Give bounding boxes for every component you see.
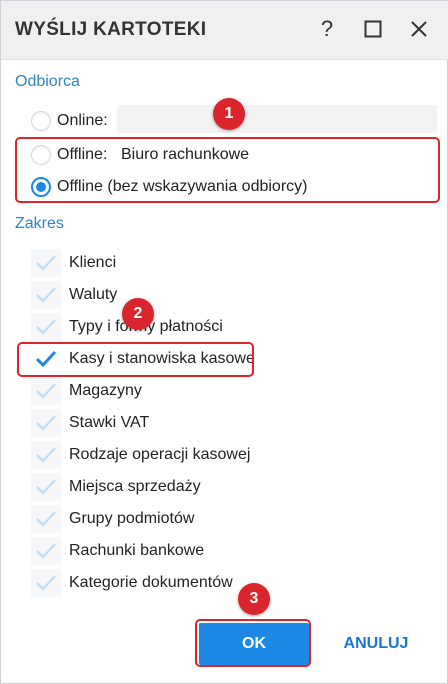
scope-item-label: Miejsca sprzedaży bbox=[69, 478, 201, 495]
dialog-title: WYŚLIJ KARTOTEKI bbox=[15, 19, 207, 40]
annotation-badge-1: 1 bbox=[213, 98, 245, 130]
recipient-option-online[interactable]: Online: bbox=[31, 107, 108, 135]
scope-item-klienci[interactable]: Klienci bbox=[31, 249, 116, 277]
scope-item-document-categories[interactable]: Kategorie dokumentów bbox=[31, 569, 233, 597]
close-icon bbox=[411, 21, 427, 37]
close-button[interactable] bbox=[405, 15, 433, 43]
checkmark-icon bbox=[36, 479, 56, 495]
checkmark-icon bbox=[36, 319, 56, 335]
annotation-badge-3: 3 bbox=[238, 583, 270, 615]
checkmark-icon bbox=[36, 575, 56, 591]
checkbox[interactable] bbox=[31, 569, 61, 597]
scope-item-label: Klienci bbox=[69, 254, 117, 271]
checkbox[interactable] bbox=[31, 505, 61, 533]
scope-item-vat-rates[interactable]: Stawki VAT bbox=[31, 409, 149, 437]
online-recipient-field[interactable] bbox=[117, 105, 437, 133]
scope-item-entity-groups[interactable]: Grupy podmiotów bbox=[31, 505, 194, 533]
checkmark-icon bbox=[36, 383, 56, 399]
scope-item-warehouses[interactable]: Magazyny bbox=[31, 377, 142, 405]
recipient-option-label: Online: bbox=[57, 112, 108, 129]
scope-section-label: Zakres bbox=[15, 215, 64, 232]
send-records-dialog: WYŚLIJ KARTOTEKI ? Odbiorca Online: Offl… bbox=[0, 0, 448, 684]
checkbox[interactable] bbox=[31, 537, 61, 565]
checkbox[interactable] bbox=[31, 441, 61, 469]
checkmark-icon bbox=[36, 415, 56, 431]
scope-item-waluty[interactable]: Waluty bbox=[31, 281, 117, 309]
checkbox[interactable] bbox=[31, 377, 61, 405]
maximize-icon bbox=[364, 20, 382, 38]
checkbox[interactable] bbox=[31, 249, 61, 277]
scope-item-bank-accounts[interactable]: Rachunki bankowe bbox=[31, 537, 204, 565]
checkbox[interactable] bbox=[31, 409, 61, 437]
annotation-highlight-3 bbox=[195, 619, 311, 667]
annotation-badge-2: 2 bbox=[122, 298, 154, 330]
scope-item-label: Waluty bbox=[69, 286, 118, 303]
scope-item-label: Kategorie dokumentów bbox=[69, 574, 233, 591]
checkmark-icon bbox=[36, 543, 56, 559]
scope-item-label: Grupy podmiotów bbox=[69, 510, 195, 527]
help-button[interactable]: ? bbox=[313, 15, 341, 43]
checkbox[interactable] bbox=[31, 473, 61, 501]
checkmark-icon bbox=[36, 287, 56, 303]
annotation-highlight-1 bbox=[15, 137, 440, 203]
cancel-button[interactable]: ANULUJ bbox=[339, 623, 413, 665]
scope-item-points-of-sale[interactable]: Miejsca sprzedaży bbox=[31, 473, 201, 501]
scope-item-label: Rodzaje operacji kasowej bbox=[69, 446, 251, 463]
scope-item-label: Rachunki bankowe bbox=[69, 542, 205, 559]
checkmark-icon bbox=[36, 511, 56, 527]
annotation-highlight-2 bbox=[17, 342, 254, 377]
checkmark-icon bbox=[36, 447, 56, 463]
scope-item-cash-operation-types[interactable]: Rodzaje operacji kasowej bbox=[31, 441, 250, 469]
checkmark-icon bbox=[36, 255, 56, 271]
maximize-button[interactable] bbox=[359, 15, 387, 43]
checkbox[interactable] bbox=[31, 313, 61, 341]
radio-online[interactable] bbox=[31, 111, 51, 131]
checkbox[interactable] bbox=[31, 281, 61, 309]
title-bar: WYŚLIJ KARTOTEKI ? bbox=[1, 1, 448, 60]
scope-item-label: Stawki VAT bbox=[69, 414, 150, 431]
scope-item-label: Magazyny bbox=[69, 382, 142, 399]
recipient-section-label: Odbiorca bbox=[15, 73, 80, 90]
help-icon: ? bbox=[320, 16, 334, 41]
